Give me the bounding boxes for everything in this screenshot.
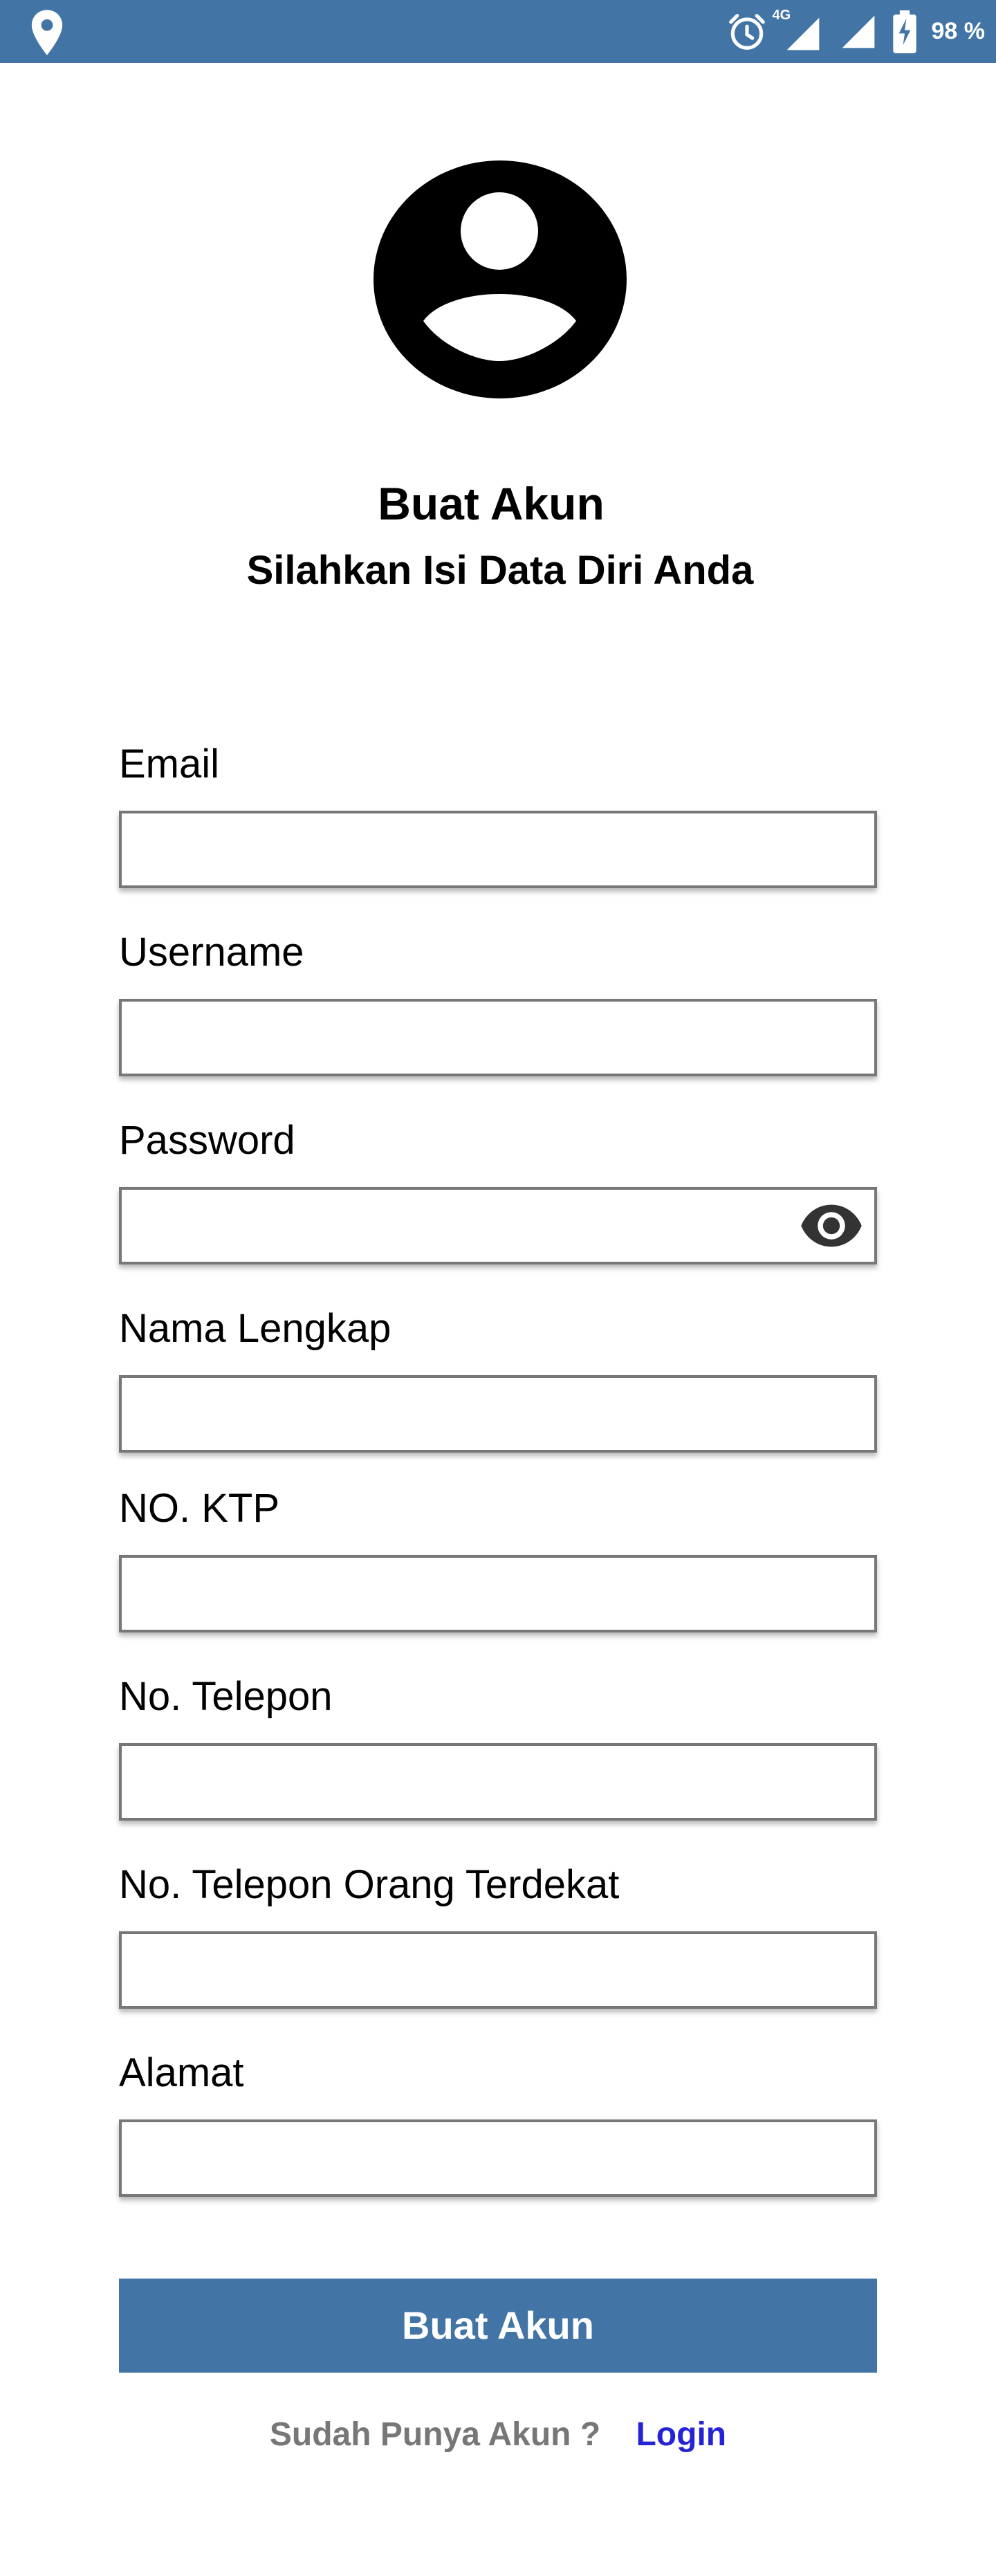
location-pin-icon xyxy=(31,10,63,55)
password-input[interactable] xyxy=(122,1190,874,1262)
ktp-input[interactable] xyxy=(122,1558,874,1630)
email-field-group: Email xyxy=(119,740,877,888)
emergency-phone-input[interactable] xyxy=(122,1934,874,2006)
emergency-phone-field-group: No. Telepon Orang Terdekat xyxy=(119,1861,877,2009)
address-input-box xyxy=(119,2119,877,2197)
password-field-group: Password xyxy=(119,1116,877,1264)
status-bar: 4G 98 % xyxy=(0,0,996,63)
signal-icon xyxy=(842,15,874,48)
full-name-input[interactable] xyxy=(122,1378,874,1450)
phone-field-group: No. Telepon xyxy=(119,1673,877,1821)
username-field-group: Username xyxy=(119,928,877,1076)
battery-charging-icon xyxy=(892,10,916,53)
signal-4g-icon: 4G xyxy=(773,8,824,53)
address-label: Alamat xyxy=(119,2050,244,2095)
status-icons: 4G 98 % xyxy=(726,0,986,63)
emergency-phone-label: No. Telepon Orang Terdekat xyxy=(119,1862,620,1907)
password-label: Password xyxy=(119,1118,295,1163)
password-input-box xyxy=(119,1187,877,1264)
login-question-text: Sudah Punya Akun ? xyxy=(269,2416,601,2453)
create-account-button[interactable]: Buat Akun xyxy=(119,2279,877,2373)
email-input[interactable] xyxy=(122,813,874,885)
account-circle-icon xyxy=(374,160,627,398)
full-name-field-group: Nama Lengkap xyxy=(119,1305,877,1453)
ktp-label: NO. KTP xyxy=(119,1486,280,1531)
ktp-input-box xyxy=(119,1555,877,1632)
full-name-input-box xyxy=(119,1375,877,1453)
full-name-label: Nama Lengkap xyxy=(119,1306,391,1351)
address-input[interactable] xyxy=(122,2122,874,2194)
page-subtitle: Silahkan Isi Data Diri Anda xyxy=(246,548,754,593)
username-input-box xyxy=(119,999,877,1076)
login-link[interactable]: Login xyxy=(636,2416,726,2453)
phone-label: No. Telepon xyxy=(119,1674,333,1719)
address-field-group: Alamat xyxy=(119,2049,877,2197)
phone-input-box xyxy=(119,1743,877,1821)
battery-percent: 98 % xyxy=(931,18,986,44)
network-type-label: 4G xyxy=(772,7,791,23)
email-input-box xyxy=(119,811,877,888)
email-label: Email xyxy=(119,742,220,786)
phone-input[interactable] xyxy=(122,1746,874,1818)
username-label: Username xyxy=(119,930,304,975)
login-prompt: Sudah Punya Akun ? Login xyxy=(0,2412,996,2458)
ktp-field-group: NO. KTP xyxy=(119,1484,877,1632)
alarm-clock-icon xyxy=(728,13,765,50)
page-title: Buat Akun xyxy=(378,478,605,529)
username-input[interactable] xyxy=(122,1002,874,1074)
eye-icon[interactable] xyxy=(800,1199,863,1252)
emergency-phone-input-box xyxy=(119,1931,877,2009)
